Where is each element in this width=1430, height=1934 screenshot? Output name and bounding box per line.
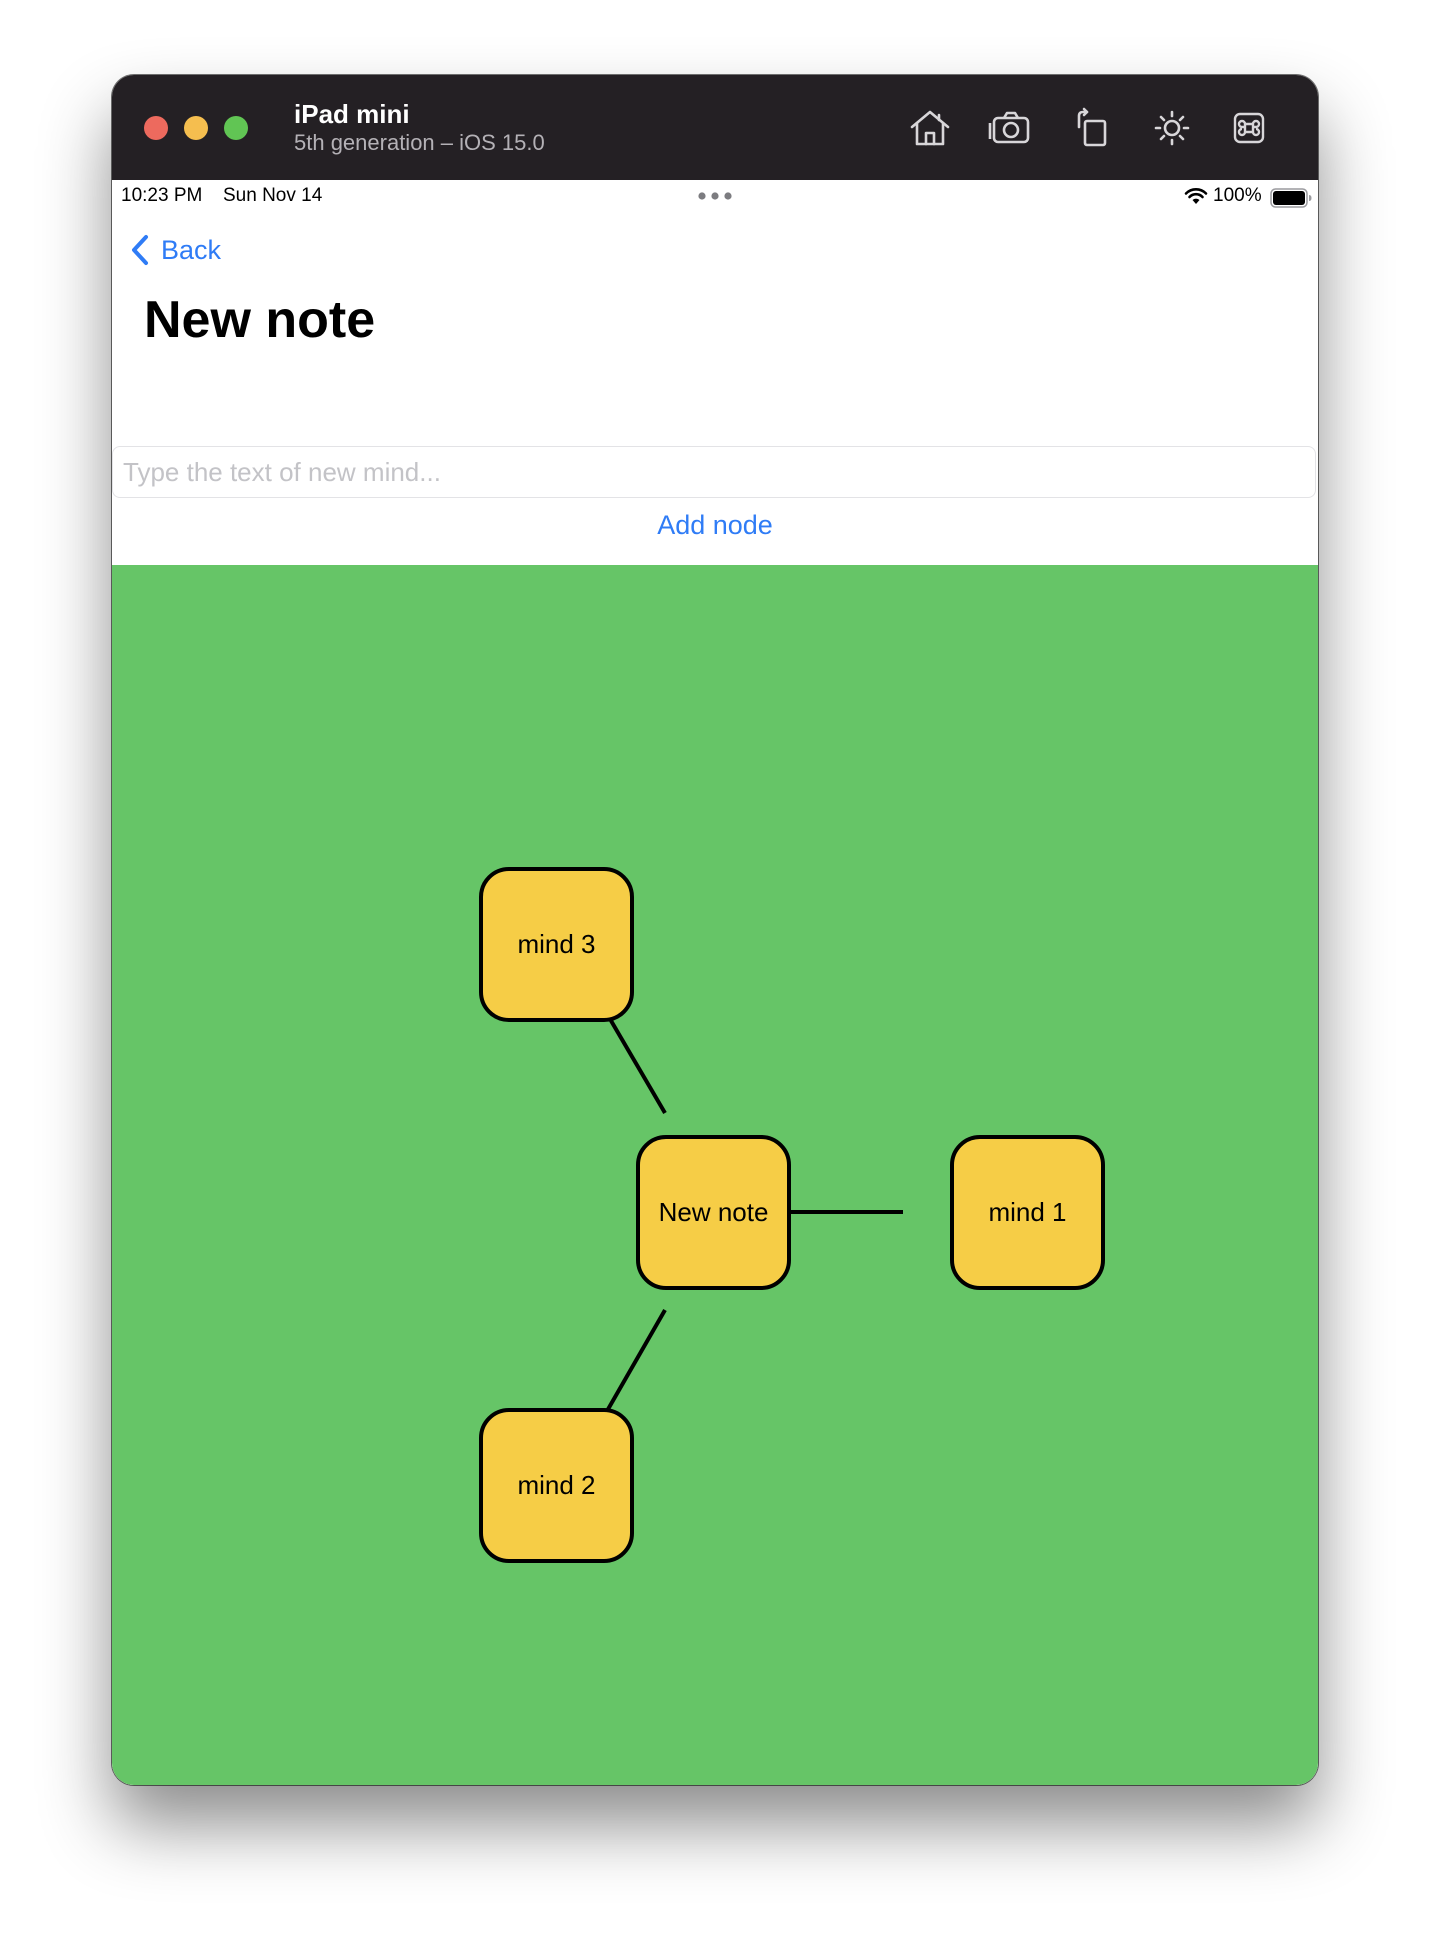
edge-center-mind3 [601, 1005, 667, 1115]
page-title: New note [144, 291, 376, 349]
minimize-window-button[interactable] [184, 116, 208, 140]
close-window-button[interactable] [144, 116, 168, 140]
command-icon[interactable] [1224, 103, 1274, 153]
status-date: Sun Nov 14 [223, 185, 323, 206]
device-name: iPad mini [294, 99, 410, 129]
zoom-window-button[interactable] [224, 116, 248, 140]
battery-icon [1270, 188, 1312, 208]
status-bar: 10:23 PM Sun Nov 14 100% [112, 180, 1318, 214]
back-button[interactable]: Back [129, 230, 221, 270]
mind-text-input[interactable] [112, 446, 1316, 498]
home-icon[interactable] [905, 103, 955, 153]
node-mind-2[interactable]: mind 2 [479, 1408, 634, 1563]
wifi-icon [1184, 188, 1208, 204]
edge-center-mind2 [601, 1309, 667, 1419]
status-time: 10:23 PM [121, 185, 203, 206]
page: iPad mini 5th generation – iOS 15.0 10:2… [0, 0, 1430, 1934]
multitasking-dots-icon[interactable] [697, 191, 733, 201]
device-detail: 5th generation – iOS 15.0 [294, 130, 545, 155]
node-mind-3[interactable]: mind 3 [479, 867, 634, 1022]
window-titlebar: iPad mini 5th generation – iOS 15.0 [112, 75, 1318, 180]
chevron-left-icon [132, 235, 148, 265]
device-screen: 10:23 PM Sun Nov 14 100% Back New note T… [112, 180, 1318, 1785]
battery-percentage: 100% [1213, 185, 1262, 206]
screenshot-icon[interactable] [986, 103, 1036, 153]
node-center[interactable]: New note [636, 1135, 791, 1290]
simulator-window: iPad mini 5th generation – iOS 15.0 10:2… [112, 75, 1318, 1785]
rotate-icon[interactable] [1067, 103, 1117, 153]
back-label: Back [161, 234, 222, 265]
mind-map-canvas[interactable]: mind 3 New note mind 1 mind 2 [112, 565, 1318, 1785]
appearance-icon[interactable] [1147, 103, 1197, 153]
node-mind-1[interactable]: mind 1 [950, 1135, 1105, 1290]
add-node-button[interactable]: Add node [112, 510, 1318, 541]
